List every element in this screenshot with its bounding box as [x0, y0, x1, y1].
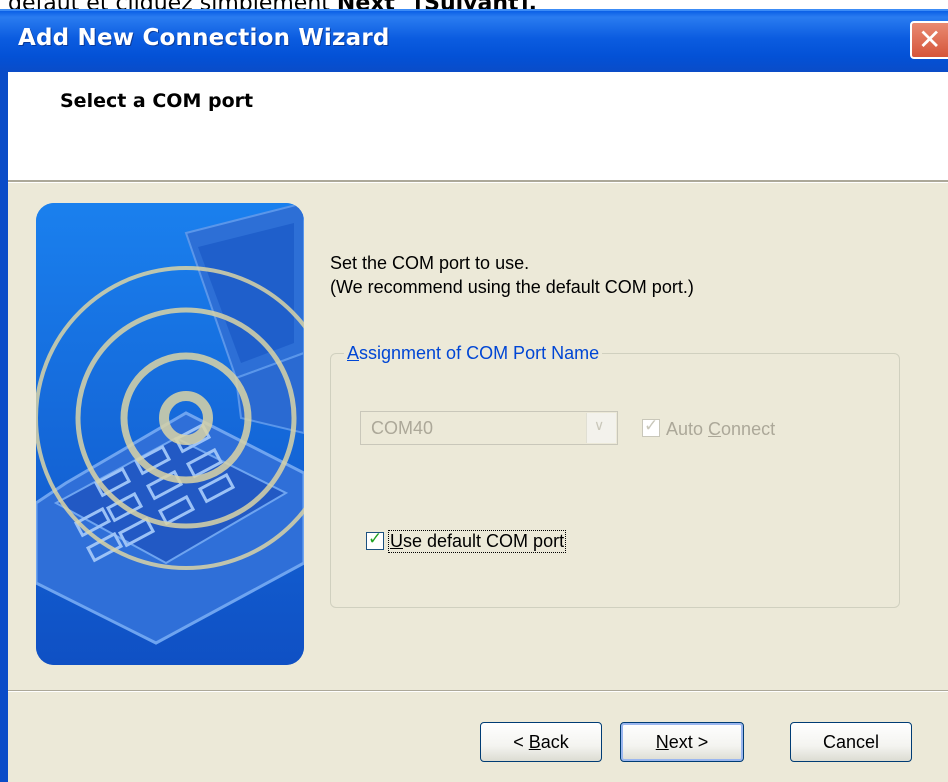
back-button-mnemonic: B	[528, 732, 541, 752]
page-title: Select a COM port	[60, 90, 254, 112]
check-icon: ✓	[368, 529, 383, 549]
title-bar[interactable]: Add New Connection Wizard ✕	[0, 9, 948, 72]
com-port-select[interactable]: COM40 ∨	[360, 411, 618, 445]
next-button-label: ext >	[668, 732, 709, 752]
next-button-mnemonic: N	[655, 732, 669, 752]
instruction-line-1: Set the COM port to use.	[330, 253, 530, 273]
window-frame-left	[0, 72, 8, 782]
cancel-button[interactable]: Cancel	[790, 722, 912, 762]
instruction-line-2: (We recommend using the default COM port…	[330, 277, 694, 297]
com-port-value: COM40	[371, 418, 434, 438]
footer-divider-highlight	[8, 691, 948, 692]
wizard-body: Set the COM port to use. (We recommend u…	[8, 183, 948, 782]
phone-laptop-wireless-illustration	[36, 203, 304, 665]
use-default-label-text: se default COM port	[403, 531, 565, 551]
auto-connect-label[interactable]: Auto Connect	[666, 419, 775, 440]
back-button-prefix: <	[513, 732, 529, 752]
back-button[interactable]: < Back	[480, 722, 602, 762]
check-icon: ✓	[644, 416, 659, 436]
auto-connect-label-mnemonic: C	[708, 419, 722, 439]
instructions-text: Set the COM port to use. (We recommend u…	[330, 251, 694, 299]
auto-connect-checkbox[interactable]: ✓	[642, 416, 660, 437]
illustration-graphic	[36, 203, 304, 665]
groupbox-label: Assignment of COM Port Name	[344, 343, 603, 364]
close-button[interactable]: ✕	[910, 21, 948, 59]
wizard-header: Select a COM port	[8, 72, 948, 180]
groupbox-label-mnemonic: A	[347, 343, 360, 363]
com-port-groupbox	[330, 353, 900, 608]
back-button-label: ack	[540, 732, 569, 752]
use-default-com-checkbox[interactable]: ✓	[366, 529, 384, 550]
chevron-down-icon: ∨	[594, 418, 605, 434]
auto-connect-label-text: onnect	[721, 419, 776, 439]
combo-dropdown-button[interactable]: ∨	[586, 413, 616, 443]
auto-connect-label-prefix: Auto	[666, 419, 709, 439]
use-default-com-label[interactable]: Use default COM port	[388, 530, 567, 553]
use-default-label-mnemonic: U	[390, 531, 403, 551]
groupbox-label-text: ssignment of COM Port Name	[359, 343, 600, 363]
window-title: Add New Connection Wizard	[18, 25, 390, 51]
next-button[interactable]: Next >	[620, 722, 744, 762]
close-icon: ✕	[918, 23, 942, 56]
